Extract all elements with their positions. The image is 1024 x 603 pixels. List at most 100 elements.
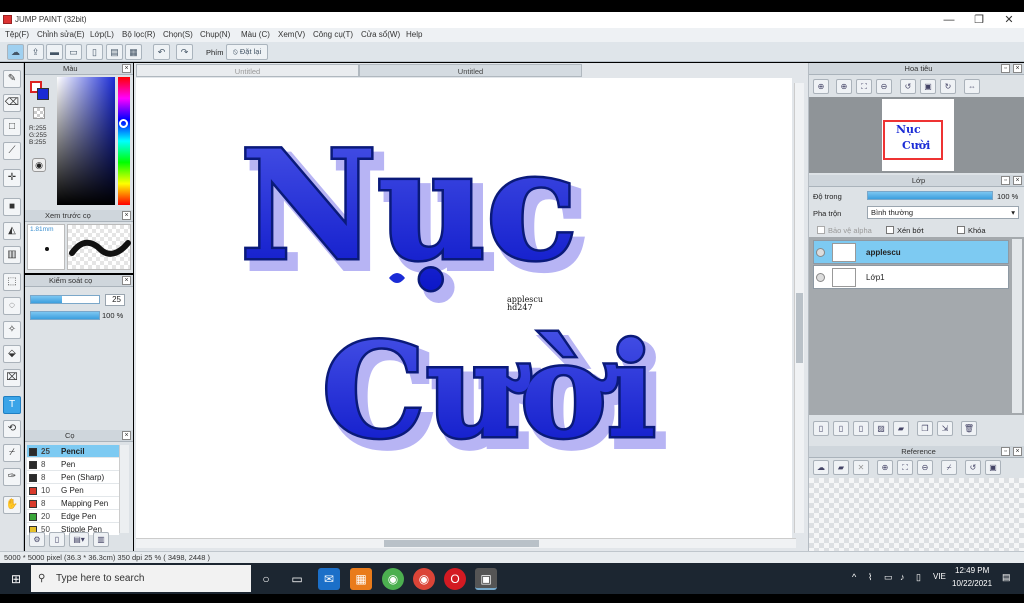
canvas[interactable]: Nục Nục Cười Cười applescu hd247 bbox=[136, 78, 792, 538]
text-tool-icon[interactable]: T bbox=[3, 396, 21, 414]
pen-detail-icon[interactable]: ✑ bbox=[3, 468, 21, 486]
brush-item[interactable]: 8 Pen bbox=[27, 458, 119, 471]
jump-paint-taskbar-icon[interactable]: ▣ bbox=[475, 568, 497, 590]
fill-rect-icon[interactable]: ■ bbox=[3, 198, 21, 216]
taskbar-search[interactable]: ⚲ Type here to search bbox=[31, 565, 251, 592]
horizontal-scroll-thumb[interactable] bbox=[384, 540, 539, 547]
reference-view[interactable] bbox=[809, 478, 1024, 551]
close-icon[interactable]: × bbox=[1013, 447, 1022, 456]
eraser-icon[interactable]: ⌫ bbox=[3, 94, 21, 112]
blend-mode-select[interactable]: Bình thường ▾ bbox=[867, 206, 1019, 219]
reference-reset-icon[interactable]: ▣ bbox=[985, 460, 1001, 475]
reference-close-icon[interactable]: ✕ bbox=[853, 460, 869, 475]
comment-icon[interactable]: ▬ bbox=[46, 44, 63, 60]
chrome-alt-icon[interactable]: ◉ bbox=[382, 568, 404, 590]
brush-item[interactable]: 8 Pen (Sharp) bbox=[27, 471, 119, 484]
reset-button[interactable]: ⦸ Đặt lại bbox=[226, 44, 268, 60]
folder-icon[interactable]: ▰ bbox=[893, 421, 909, 436]
saturation-value-picker[interactable] bbox=[57, 77, 115, 205]
opera-icon[interactable]: O bbox=[444, 568, 466, 590]
lasso-icon[interactable]: ◌ bbox=[3, 297, 21, 315]
maximize-button[interactable]: ❐ bbox=[964, 12, 994, 28]
redo-icon[interactable]: ↷ bbox=[176, 44, 193, 60]
chrome-icon[interactable]: ◉ bbox=[413, 568, 435, 590]
reference-zoom-in-icon[interactable]: ⊕ bbox=[877, 460, 893, 475]
tab-untitled-1[interactable]: Untitled bbox=[136, 64, 359, 77]
brush-size-value[interactable]: 25 bbox=[105, 294, 125, 306]
close-icon[interactable]: × bbox=[122, 431, 131, 440]
menu-filter[interactable]: Bộ lọc(R) bbox=[122, 30, 155, 39]
menu-color[interactable]: Màu (C) bbox=[241, 30, 270, 39]
cortana-icon[interactable]: ○ bbox=[255, 568, 277, 590]
brush-icon[interactable]: ✎ bbox=[3, 70, 21, 88]
menu-view[interactable]: Xem(V) bbox=[278, 30, 305, 39]
brush-size-slider[interactable] bbox=[30, 295, 100, 304]
brush-list-scrollbar[interactable] bbox=[119, 445, 129, 533]
float-icon[interactable]: ▫ bbox=[1001, 447, 1010, 456]
duplicate-layer-icon[interactable]: ❐ bbox=[917, 421, 933, 436]
new-brush-icon[interactable]: ▯ bbox=[49, 532, 65, 547]
close-icon[interactable]: × bbox=[122, 211, 131, 220]
reference-fit-icon[interactable]: ⛶ bbox=[897, 460, 913, 475]
network-icon[interactable]: ⌇ bbox=[868, 572, 872, 583]
navigator-view[interactable]: Nục Cười bbox=[809, 97, 1024, 173]
store-icon[interactable]: ▦ bbox=[350, 568, 372, 590]
share-icon[interactable]: ⇪ bbox=[27, 44, 44, 60]
float-icon[interactable]: ▫ bbox=[1001, 64, 1010, 73]
menu-capture[interactable]: Chụp(N) bbox=[200, 30, 230, 39]
close-icon[interactable]: × bbox=[1013, 64, 1022, 73]
zoom-out-icon[interactable]: ⊖ bbox=[876, 79, 892, 94]
visibility-icon[interactable] bbox=[816, 248, 825, 257]
menu-select[interactable]: Chọn(S) bbox=[163, 30, 193, 39]
undo-icon[interactable]: ↶ bbox=[153, 44, 170, 60]
protect-alpha-checkbox[interactable] bbox=[817, 226, 825, 234]
vertical-scrollbar[interactable] bbox=[794, 83, 804, 533]
magic-wand-icon[interactable]: ✧ bbox=[3, 321, 21, 339]
language-indicator[interactable]: VIE bbox=[933, 572, 946, 581]
operation-icon[interactable]: ⟲ bbox=[3, 420, 21, 438]
hand-icon[interactable]: ✋ bbox=[3, 496, 21, 514]
brush-item[interactable]: 10 G Pen bbox=[27, 484, 119, 497]
open-document-icon[interactable]: ▤ bbox=[106, 44, 123, 60]
reference-zoom-out-icon[interactable]: ⊖ bbox=[917, 460, 933, 475]
reference-open-icon[interactable]: ▰ bbox=[833, 460, 849, 475]
reference-eyedropper-icon[interactable]: ⌿ bbox=[941, 460, 957, 475]
tray-chevron-icon[interactable]: ^ bbox=[852, 572, 856, 582]
close-icon[interactable]: × bbox=[122, 64, 131, 73]
vertical-scroll-thumb[interactable] bbox=[796, 293, 803, 363]
reference-cloud-icon[interactable]: ☁ bbox=[813, 460, 829, 475]
windows-start-icon[interactable]: ⊞ bbox=[5, 568, 27, 590]
brush-item[interactable]: 20 Edge Pen bbox=[27, 510, 119, 523]
brush-options-icon[interactable]: ⚙ bbox=[29, 532, 45, 547]
notification-area-icon[interactable]: ▯ bbox=[916, 572, 921, 583]
select-pen-icon[interactable]: ⬙ bbox=[3, 345, 21, 363]
lock-checkbox[interactable] bbox=[957, 226, 965, 234]
move-icon[interactable]: ✛ bbox=[3, 169, 21, 187]
layer-opacity-slider[interactable] bbox=[867, 191, 993, 200]
rotate-left-icon[interactable]: ↺ bbox=[900, 79, 916, 94]
grid-icon[interactable]: ▦ bbox=[125, 44, 142, 60]
reset-view-icon[interactable]: ▣ bbox=[920, 79, 936, 94]
layer-row-applescu[interactable]: applescu bbox=[813, 240, 1009, 264]
menu-file[interactable]: Tệp(F) bbox=[5, 30, 29, 39]
hue-handle[interactable] bbox=[119, 119, 128, 128]
task-view-icon[interactable]: ▭ bbox=[286, 568, 308, 590]
halftone-layer-icon[interactable]: ▨ bbox=[873, 421, 889, 436]
clock-time[interactable]: 12:49 PM bbox=[955, 566, 989, 575]
minimize-button[interactable]: — bbox=[934, 12, 964, 28]
mail-icon[interactable]: ✉ bbox=[318, 568, 340, 590]
close-icon[interactable]: × bbox=[122, 276, 131, 285]
eyedropper-icon[interactable]: ⌿ bbox=[3, 444, 21, 462]
action-center-icon[interactable]: ▤ bbox=[1002, 572, 1011, 583]
flip-icon[interactable]: ⇔ bbox=[964, 79, 980, 94]
bucket-icon[interactable]: ◭ bbox=[3, 222, 21, 240]
line-icon[interactable]: ⟋ bbox=[3, 142, 21, 160]
layer-list-scrollbar[interactable] bbox=[1012, 239, 1022, 413]
cloud-icon[interactable]: ☁ bbox=[7, 44, 24, 60]
menu-help[interactable]: Help bbox=[406, 30, 422, 39]
brush-opacity-slider[interactable] bbox=[30, 311, 100, 320]
menu-layer[interactable]: Lớp(L) bbox=[90, 30, 114, 39]
new-document-icon[interactable]: ▯ bbox=[86, 44, 103, 60]
brush-settings-icon[interactable]: ▥ bbox=[93, 532, 109, 547]
menu-window[interactable]: Cửa sổ(W) bbox=[361, 30, 400, 39]
